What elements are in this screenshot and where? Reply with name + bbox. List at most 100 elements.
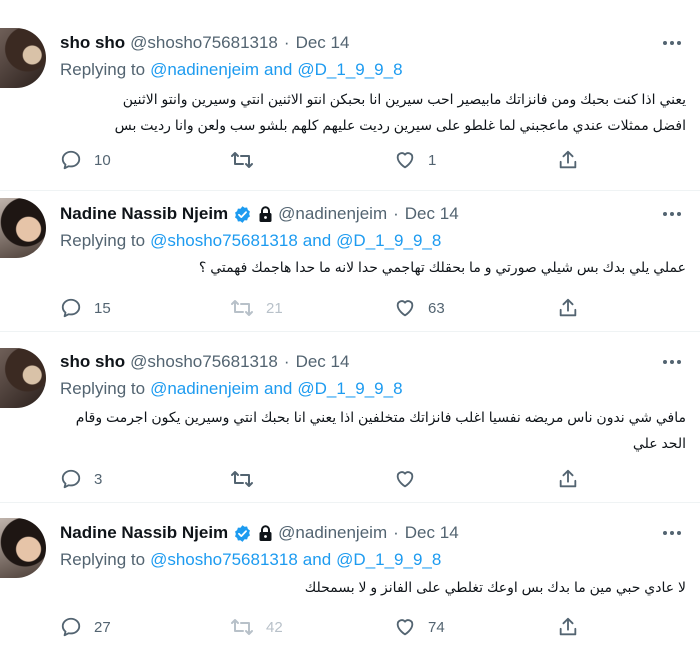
like-count: 1	[428, 151, 437, 169]
retweet-icon	[231, 300, 253, 316]
heart-icon	[396, 471, 414, 488]
mention-link[interactable]: @nadinenjeim	[150, 60, 259, 80]
display-name[interactable]: Nadine Nassib Njeim	[60, 204, 228, 224]
like-button[interactable]: 1	[394, 146, 436, 174]
heart-icon	[396, 619, 414, 636]
reply-count: 15	[94, 299, 111, 317]
mention-link[interactable]: @D_1_9_9_8	[297, 60, 402, 80]
mention-link[interactable]: @D_1_9_9_8	[336, 550, 441, 570]
retweet-button[interactable]	[230, 146, 266, 174]
mention-link[interactable]: @nadinenjeim	[150, 379, 259, 399]
tweet[interactable]: sho sho @shosho75681318 · Dec 14 Replyin…	[0, 331, 700, 502]
tweet-actions: 3	[60, 465, 600, 493]
share-icon	[559, 150, 577, 169]
tweet-actions: 10 1	[60, 146, 600, 174]
replying-to: Replying to @shosho75681318 and @D_1_9_9…	[60, 548, 441, 572]
tweet-header: Nadine Nassib Njeim @nadinenjeim · Dec 1…	[60, 521, 459, 545]
tweet[interactable]: Nadine Nassib Njeim @nadinenjeim · Dec 1…	[0, 190, 700, 331]
lock-icon	[258, 524, 273, 542]
user-handle[interactable]: @shosho75681318	[130, 33, 278, 53]
share-button[interactable]	[557, 146, 579, 174]
tweet-text-line: عملي يلي بدك بس شيلي صورتي و ما بحقلك ته…	[198, 259, 686, 275]
tweet-date[interactable]: Dec 14	[296, 352, 350, 372]
separator-dot: ·	[283, 352, 290, 371]
replying-and: and	[264, 379, 293, 398]
tweet-text-line: يعني اذا كنت بحبك ومن فانزاتك مابيصير اح…	[122, 91, 686, 107]
user-handle[interactable]: @shosho75681318	[130, 352, 278, 372]
replying-to: Replying to @nadinenjeim and @D_1_9_9_8	[60, 58, 403, 82]
avatar[interactable]	[0, 198, 46, 258]
tweet-text: عملي يلي بدك بس شيلي صورتي و ما بحقلك ته…	[60, 254, 686, 280]
reply-button[interactable]: 3	[60, 465, 102, 493]
separator-dot: ·	[283, 33, 290, 52]
like-button[interactable]: 63	[394, 294, 445, 322]
replying-to: Replying to @shosho75681318 and @D_1_9_9…	[60, 229, 441, 253]
replying-to-label: Replying to	[60, 231, 146, 250]
tweet-date[interactable]: Dec 14	[296, 33, 350, 53]
tweet-text-line: الحد علي	[632, 435, 686, 451]
tweet-text: مافي شي ندون ناس مريضه نفسيا اغلب فانزات…	[60, 404, 686, 456]
tweet-date[interactable]: Dec 14	[405, 523, 459, 543]
replying-and: and	[302, 550, 332, 569]
share-button[interactable]	[557, 294, 579, 322]
separator-dot: ·	[393, 204, 399, 223]
tweet-header: sho sho @shosho75681318 · Dec 14	[60, 31, 349, 55]
reply-button[interactable]: 27	[60, 613, 111, 641]
reply-icon	[61, 150, 81, 170]
share-icon	[559, 617, 577, 636]
reply-button[interactable]: 10	[60, 146, 111, 174]
tweet-text-line: لا عادي حبي مين ما بدك بس اوعك تغلطي على…	[304, 579, 686, 595]
mention-link[interactable]: @shosho75681318	[150, 231, 298, 251]
retweet-button: 21	[230, 294, 283, 322]
replying-to: Replying to @nadinenjeim and @D_1_9_9_8	[60, 377, 403, 401]
mention-link[interactable]: @D_1_9_9_8	[297, 379, 402, 399]
retweet-icon	[231, 471, 253, 487]
display-name[interactable]: sho sho	[60, 352, 125, 372]
like-count: 63	[428, 299, 445, 317]
display-name[interactable]: Nadine Nassib Njeim	[60, 523, 228, 543]
avatar[interactable]	[0, 28, 46, 88]
reply-count: 27	[94, 618, 111, 636]
share-icon	[559, 298, 577, 317]
tweet[interactable]: Nadine Nassib Njeim @nadinenjeim · Dec 1…	[0, 502, 700, 653]
more-icon[interactable]	[658, 202, 686, 226]
retweet-button: 42	[230, 613, 283, 641]
reply-button[interactable]: 15	[60, 294, 111, 322]
verified-badge-icon	[233, 205, 252, 224]
more-icon[interactable]	[658, 31, 686, 55]
retweet-icon	[231, 619, 253, 635]
mention-link[interactable]: @shosho75681318	[150, 550, 298, 570]
reply-icon	[61, 469, 81, 489]
heart-icon	[396, 152, 414, 169]
replying-and: and	[264, 60, 293, 79]
tweet-header: sho sho @shosho75681318 · Dec 14	[60, 350, 349, 374]
like-button[interactable]	[394, 465, 428, 493]
reply-count: 3	[94, 470, 103, 488]
mention-link[interactable]: @D_1_9_9_8	[336, 231, 441, 251]
retweet-button[interactable]	[230, 465, 266, 493]
share-button[interactable]	[557, 613, 579, 641]
retweet-icon	[231, 152, 253, 168]
more-icon[interactable]	[658, 350, 686, 374]
tweet-date[interactable]: Dec 14	[405, 204, 459, 224]
replying-and: and	[302, 231, 332, 250]
share-button[interactable]	[557, 465, 579, 493]
tweet-text: يعني اذا كنت بحبك ومن فانزاتك مابيصير اح…	[60, 86, 686, 138]
lock-icon	[258, 205, 273, 223]
like-button[interactable]: 74	[394, 613, 445, 641]
tweet[interactable]: sho sho @shosho75681318 · Dec 14 Replyin…	[0, 0, 700, 190]
display-name[interactable]: sho sho	[60, 33, 125, 53]
user-handle[interactable]: @nadinenjeim	[278, 523, 387, 543]
replying-to-label: Replying to	[60, 550, 146, 569]
tweet-header: Nadine Nassib Njeim @nadinenjeim · Dec 1…	[60, 202, 459, 226]
reply-count: 10	[94, 151, 111, 169]
more-icon[interactable]	[658, 521, 686, 545]
verified-badge-icon	[233, 524, 252, 543]
user-handle[interactable]: @nadinenjeim	[278, 204, 387, 224]
avatar[interactable]	[0, 348, 46, 408]
share-icon	[559, 469, 577, 488]
replying-to-label: Replying to	[60, 60, 146, 79]
avatar[interactable]	[0, 518, 46, 578]
retweet-count: 42	[266, 618, 283, 636]
separator-dot: ·	[393, 523, 399, 542]
